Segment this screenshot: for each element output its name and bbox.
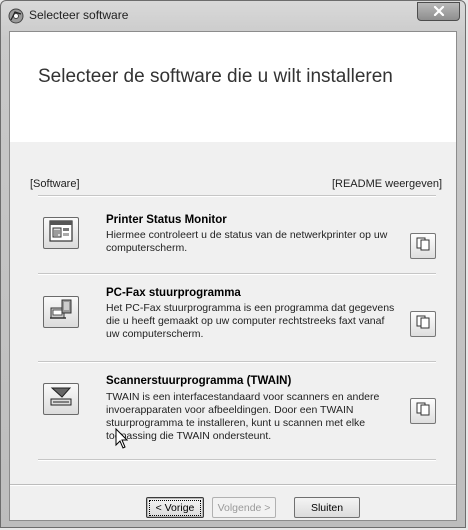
- dialog-body: Selecteer de software die u wilt install…: [9, 31, 457, 521]
- mouse-cursor-icon: [115, 427, 129, 450]
- window-title: Selecteer software: [29, 8, 129, 22]
- item-title: Printer Status Monitor: [106, 214, 227, 226]
- printer-status-icon: [49, 219, 73, 247]
- item-title: Scannerstuurprogramma (TWAIN): [106, 375, 292, 387]
- software-column-label: [Software]: [30, 178, 80, 190]
- installer-window: Selecteer software Selecteer de software…: [0, 0, 466, 528]
- software-list: [Software] [README weergeven] Printer St…: [10, 142, 456, 482]
- document-icon: [416, 315, 430, 334]
- install-twain-button[interactable]: [43, 383, 79, 415]
- readme-printer-status-button[interactable]: [410, 233, 436, 259]
- page-title: Selecteer de software die u wilt install…: [38, 66, 393, 87]
- list-item-twain: Scannerstuurprogramma (TWAIN) TWAIN is e…: [10, 361, 456, 459]
- close-button[interactable]: [417, 2, 460, 21]
- next-button[interactable]: Volgende >: [212, 497, 276, 518]
- install-pc-fax-button[interactable]: [43, 296, 79, 328]
- scanner-icon: [49, 386, 73, 413]
- next-button-label: Volgende >: [217, 501, 271, 514]
- close-button-label: Sluiten: [310, 501, 344, 514]
- document-icon: [416, 237, 430, 256]
- divider: [38, 459, 436, 461]
- back-button[interactable]: < Vorige: [146, 497, 204, 518]
- item-description: TWAIN is een interfacestandaard voor sca…: [106, 391, 380, 442]
- fax-icon: [49, 299, 73, 326]
- installer-icon: [8, 8, 24, 24]
- item-description: Hiermee controleert u de status van de n…: [106, 229, 388, 254]
- back-button-label: < Vorige: [148, 499, 202, 516]
- readme-twain-button[interactable]: [410, 398, 436, 424]
- list-item-printer-status-monitor: Printer Status Monitor Hiermee controlee…: [10, 195, 456, 273]
- item-title: PC-Fax stuurprogramma: [106, 287, 241, 299]
- footer-divider: [10, 484, 456, 486]
- readme-column-label: [README weergeven]: [331, 178, 442, 190]
- header-panel: Selecteer de software die u wilt install…: [10, 32, 456, 142]
- close-icon: [433, 3, 445, 21]
- title-bar[interactable]: Selecteer software: [1, 1, 465, 31]
- document-icon: [416, 402, 430, 421]
- close-dialog-button[interactable]: Sluiten: [294, 497, 360, 518]
- item-description: Het PC-Fax stuurprogramma is een program…: [106, 302, 395, 340]
- install-printer-status-button[interactable]: [43, 217, 79, 249]
- readme-pc-fax-button[interactable]: [410, 311, 436, 337]
- list-item-pc-fax: PC-Fax stuurprogramma Het PC-Fax stuurpr…: [10, 273, 456, 361]
